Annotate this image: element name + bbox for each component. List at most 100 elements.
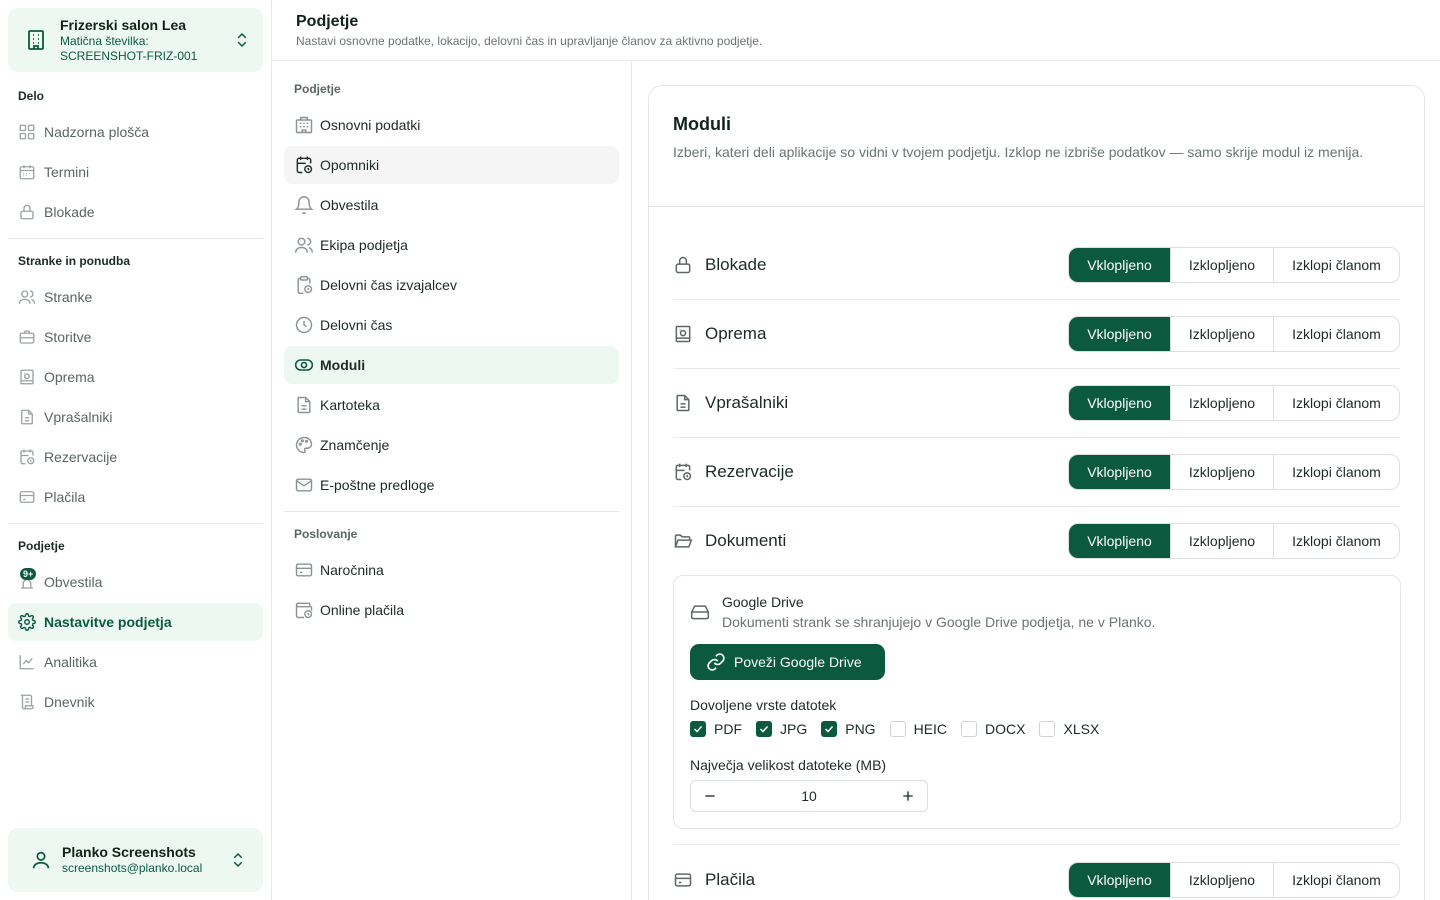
settings-item-notifications[interactable]: Obvestila	[284, 186, 619, 224]
sidebar-item-questionnaires[interactable]: Vprašalniki	[8, 398, 263, 436]
module-row-placila: Plačila Vklopljeno Izklopljeno Izklopi č…	[673, 854, 1400, 900]
settings-item-records[interactable]: Kartoteka	[284, 386, 619, 424]
option-disabled-button[interactable]: Izklopljeno	[1170, 386, 1273, 420]
users-icon	[18, 288, 36, 306]
increment-button[interactable]	[889, 781, 927, 811]
settings-item-modules[interactable]: Moduli	[284, 346, 619, 384]
sidebar-item-analytics[interactable]: Analitika	[8, 643, 263, 681]
sidebar-item-label: Analitika	[44, 654, 97, 670]
option-disable-members-button[interactable]: Izklopi članom	[1273, 455, 1399, 489]
checkbox-heic[interactable]: HEIC	[889, 721, 948, 737]
option-disable-members-button[interactable]: Izklopi članom	[1273, 248, 1399, 282]
checkbox-box[interactable]	[889, 721, 906, 737]
option-disable-members-button[interactable]: Izklopi članom	[1273, 386, 1399, 420]
option-disabled-button[interactable]: Izklopljeno	[1170, 455, 1273, 489]
checkbox-png[interactable]: PNG	[821, 721, 876, 737]
checkbox-box[interactable]	[756, 721, 772, 737]
option-enabled-button[interactable]: Vklopljeno	[1069, 248, 1170, 282]
checkbox-docx[interactable]: DOCX	[961, 721, 1025, 737]
building-icon	[294, 115, 314, 135]
settings-item-team[interactable]: Ekipa podjetja	[284, 226, 619, 264]
user-name: Planko Screenshots	[62, 844, 196, 860]
building-icon	[24, 28, 48, 52]
module-name: Rezervacije	[705, 462, 794, 481]
max-size-input[interactable]: 10	[729, 788, 889, 804]
decrement-button[interactable]	[691, 781, 729, 811]
checkbox-label: PDF	[714, 721, 742, 737]
module-row-oprema: Oprema Vklopljeno Izklopljeno Izklopi čl…	[673, 308, 1400, 360]
option-disabled-button[interactable]: Izklopljeno	[1170, 317, 1273, 351]
settings-item-email-templates[interactable]: E-poštne predloge	[284, 466, 619, 504]
option-disabled-button[interactable]: Izklopljeno	[1170, 248, 1273, 282]
checkbox-box[interactable]	[690, 721, 706, 737]
sidebar-item-services[interactable]: Storitve	[8, 318, 263, 356]
chevron-up-down-icon	[233, 31, 251, 49]
sidebar-item-label: Storitve	[44, 329, 92, 345]
user-switcher[interactable]: Planko Screenshots screenshots@planko.lo…	[8, 828, 263, 892]
option-enabled-button[interactable]: Vklopljeno	[1069, 317, 1170, 351]
checkbox-pdf[interactable]: PDF	[690, 721, 742, 737]
sidebar-item-label: Stranke	[44, 289, 93, 305]
settings-item-label: Znamčenje	[320, 437, 390, 453]
option-enabled-button[interactable]: Vklopljeno	[1069, 524, 1170, 558]
option-enabled-button[interactable]: Vklopljeno	[1069, 863, 1170, 897]
sidebar-item-payments[interactable]: Plačila	[8, 478, 263, 516]
max-size-label: Največja velikost datoteke (MB)	[690, 757, 887, 773]
minus-icon	[705, 795, 715, 797]
checkbox-label: JPG	[780, 721, 808, 737]
option-disable-members-button[interactable]: Izklopi članom	[1273, 863, 1399, 897]
connect-google-drive-button[interactable]: Poveži Google Drive	[690, 644, 885, 680]
checkbox-jpg[interactable]: JPG	[756, 721, 807, 737]
folder-open-icon	[673, 531, 693, 551]
settings-item-label: Online plačila	[320, 602, 405, 618]
checkbox-box[interactable]	[1039, 721, 1056, 737]
checkbox-xlsx[interactable]: XLSX	[1039, 721, 1099, 737]
divider	[8, 523, 263, 524]
page-header: Podjetje Nastavi osnovne podatke, lokaci…	[272, 0, 1440, 61]
row-divider	[673, 368, 1400, 369]
organization-id-label: Matična številka:	[60, 34, 149, 48]
checkbox-box[interactable]	[821, 721, 838, 737]
sidebar-item-clients[interactable]: Stranke	[8, 278, 263, 316]
module-name: Dokumenti	[705, 531, 787, 550]
gear-icon	[18, 613, 36, 631]
card-header: Moduli Izberi, kateri deli aplikacije so…	[649, 86, 1424, 207]
option-disabled-button[interactable]: Izklopljeno	[1170, 863, 1273, 897]
row-divider	[673, 437, 1400, 438]
form-icon	[18, 408, 36, 426]
option-enabled-button[interactable]: Vklopljeno	[1069, 455, 1170, 489]
option-disable-members-button[interactable]: Izklopi članom	[1273, 317, 1399, 351]
option-disable-members-button[interactable]: Izklopi članom	[1273, 524, 1399, 558]
option-enabled-button[interactable]: Vklopljeno	[1069, 386, 1170, 420]
divider	[8, 238, 263, 239]
option-disabled-button[interactable]: Izklopljeno	[1170, 524, 1273, 558]
announcement-icon: 9+	[18, 568, 37, 591]
toggle-icon	[294, 355, 314, 375]
settings-item-reminders[interactable]: Opomniki	[284, 146, 619, 184]
settings-item-online-payments[interactable]: Online plačila	[284, 591, 619, 629]
checkbox-label: HEIC	[913, 721, 948, 737]
sidebar-item-log[interactable]: Dnevnik	[8, 683, 263, 721]
sidebar-item-reservations[interactable]: Rezervacije	[8, 438, 263, 476]
sidebar-item-announcements[interactable]: 9+ Obvestila	[8, 563, 263, 601]
settings-item-subscription[interactable]: Naročnina	[284, 551, 619, 589]
row-divider	[673, 299, 1400, 300]
settings-item-working-hours[interactable]: Delovni čas	[284, 306, 619, 344]
sidebar-item-appointments[interactable]: Termini	[8, 153, 263, 191]
module-name: Oprema	[705, 324, 767, 343]
sidebar-item-dashboard[interactable]: Nadzorna plošča	[8, 113, 263, 151]
sidebar-item-blocks[interactable]: Blokade	[8, 193, 263, 231]
calendar-clock-icon	[294, 155, 314, 175]
settings-item-basic-info[interactable]: Osnovni podatki	[284, 106, 619, 144]
notification-badge: 9+	[20, 568, 37, 580]
drive-title: Google Drive	[722, 594, 804, 610]
settings-item-branding[interactable]: Znamčenje	[284, 426, 619, 464]
module-row-vprasalniki: Vprašalniki Vklopljeno Izklopljeno Izklo…	[673, 377, 1400, 429]
sidebar-item-company-settings[interactable]: Nastavitve podjetja	[8, 603, 263, 641]
organization-switcher[interactable]: Frizerski salon Lea Matična številka: SC…	[8, 8, 263, 72]
plus-icon	[903, 791, 913, 801]
sidebar-item-equipment[interactable]: Oprema	[8, 358, 263, 396]
module-row-blokade: Blokade Vklopljeno Izklopljeno Izklopi č…	[673, 239, 1400, 291]
settings-item-staff-hours[interactable]: Delovni čas izvajalcev	[284, 266, 619, 304]
checkbox-box[interactable]	[961, 721, 978, 737]
